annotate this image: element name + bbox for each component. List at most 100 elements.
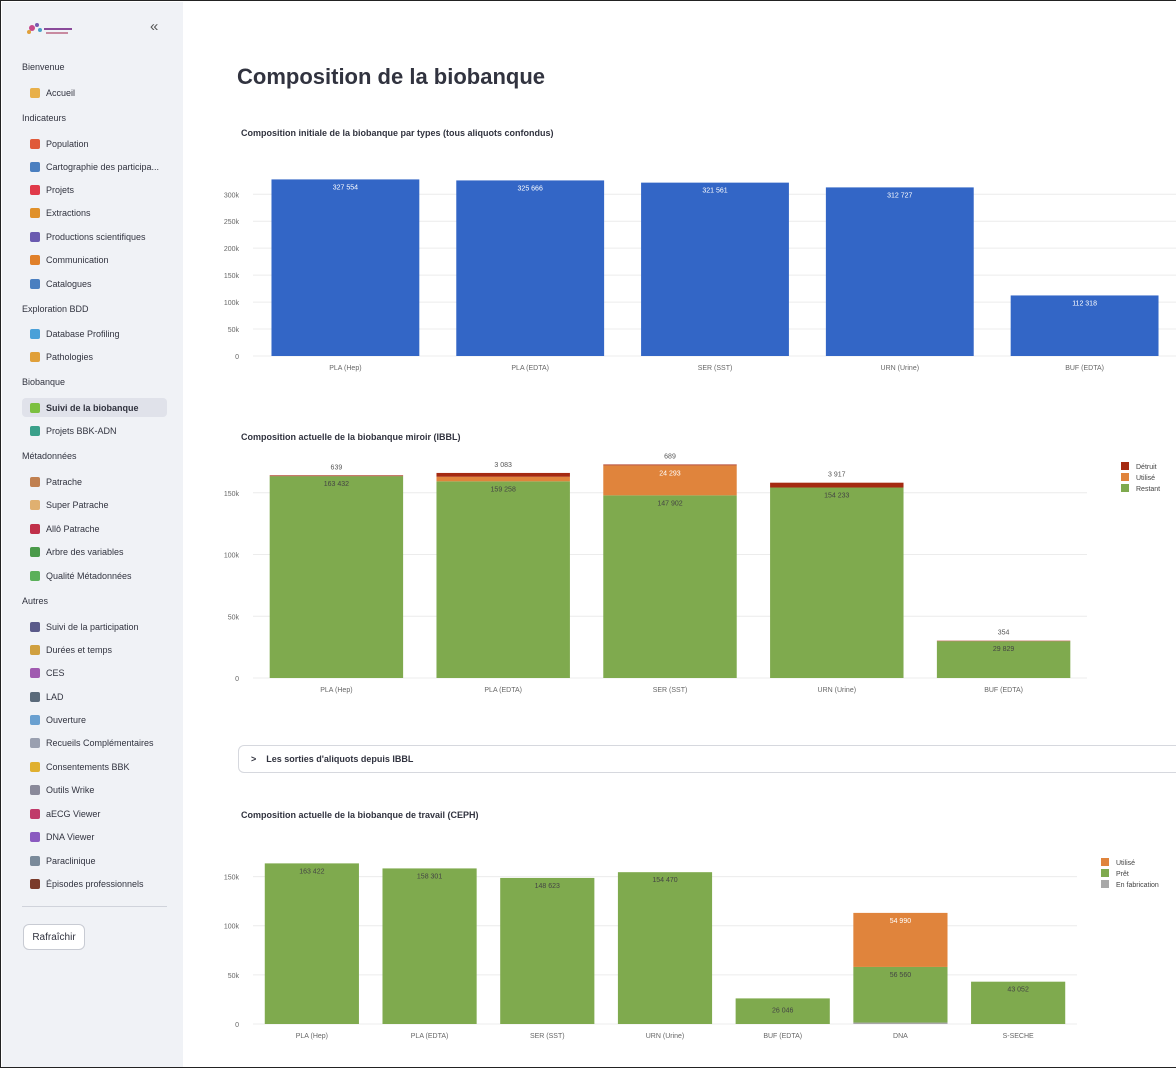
x-tick-label: PLA (Hep)	[320, 687, 352, 694]
chart-ceph-composition[interactable]: 0 50k 100k 150k PLA (Hep) 163 422 PLA (EDTA) 15…	[213, 852, 1176, 1062]
pin-icon	[30, 184, 40, 195]
x-tick-label: URN (Urine)	[881, 365, 920, 372]
y-tick-label: 100k	[224, 924, 240, 931]
bar-segment	[853, 1022, 948, 1024]
sidebar-item-label: Patrache	[46, 476, 83, 487]
sidebar-item[interactable]: Super Patrache	[22, 495, 167, 514]
bar	[456, 180, 605, 356]
refresh-button[interactable]: Rafraîchir	[23, 924, 85, 950]
megaphone-icon	[30, 254, 40, 265]
data-label: 639	[331, 464, 343, 471]
sidebar-item[interactable]: Population	[22, 134, 167, 153]
bar-segment	[500, 877, 595, 1024]
chart-initial-composition[interactable]: 0 50k 100k 150k 200k 250k 300k PLA (Hep) 327 554…	[213, 170, 1176, 380]
sidebar-item[interactable]: Communication	[22, 250, 167, 269]
bar-segment	[436, 476, 570, 482]
data-label: 158 301	[417, 873, 442, 880]
data-label: 154 233	[824, 493, 849, 500]
sidebar-item-label: Population	[46, 138, 89, 149]
sidebar-item[interactable]: Projets	[22, 180, 167, 199]
sidebar-item[interactable]: Cartographie des participa...	[22, 157, 167, 176]
sidebar-item-label: Projets	[46, 184, 75, 195]
data-label: 321 561	[702, 188, 727, 195]
people-icon	[30, 621, 40, 632]
legend-swatch	[1101, 880, 1109, 888]
sidebar-item[interactable]: Catalogues	[22, 274, 167, 293]
x-tick-label: BUF (EDTA)	[984, 687, 1023, 694]
sidebar-item-label: aECG Viewer	[46, 808, 101, 819]
chart-title-ceph: Composition actuelle de la biobanque de …	[241, 810, 479, 820]
legend-swatch	[1101, 869, 1109, 877]
sidebar-section-title: Autres	[22, 596, 49, 606]
sidebar-item[interactable]: Projets BBK-ADN	[22, 421, 167, 440]
bar-segment	[436, 472, 570, 477]
sidebar-item-label: Cartographie des participa...	[46, 161, 160, 172]
y-tick-label: 50k	[228, 327, 240, 334]
sidebar-item[interactable]: Productions scientifiques	[22, 227, 167, 246]
sidebar-item[interactable]: Allô Patrache	[22, 519, 167, 538]
chart-title-initial: Composition initiale de la biobanque par…	[241, 128, 554, 138]
sidebar-item[interactable]: Extractions	[22, 203, 167, 222]
bar	[825, 187, 974, 356]
tree-icon	[30, 546, 40, 557]
sidebar-item[interactable]: Arbre des variables	[22, 542, 167, 561]
sidebar-item[interactable]: Suivi de la participation	[22, 617, 167, 636]
data-label: 24 293	[659, 470, 681, 477]
bar-segment	[382, 868, 477, 1024]
dog-icon	[30, 476, 40, 487]
sidebar-item[interactable]: Pathologies	[22, 347, 167, 366]
y-tick-label: 150k	[224, 875, 240, 882]
sidebar-item[interactable]: Durées et temps	[22, 640, 167, 659]
legend-label: Utilisé	[1116, 860, 1135, 867]
app-window: « Bienvenue Accueil Indicateurs Population C…	[0, 0, 1176, 1068]
sidebar-item[interactable]: DNA Viewer	[22, 827, 167, 846]
y-tick-label: 200k	[224, 246, 240, 253]
sidebar-item[interactable]: Outils Wrike	[22, 780, 167, 799]
chart-ibbl-composition[interactable]: 0 50k 100k 150k PLA (Hep) 163 432 639 PLA (EDTA…	[213, 452, 1176, 702]
sidebar-item-label: Qualité Métadonnées	[46, 570, 132, 581]
sidebar-item[interactable]: Recueils Complémentaires	[22, 733, 167, 752]
sidebar-item[interactable]: CES	[22, 663, 167, 682]
sidebar-item[interactable]: Suivi de la biobanque	[22, 398, 167, 417]
y-tick-label: 300k	[224, 192, 240, 199]
sidebar-item[interactable]: Ouverture	[22, 710, 167, 729]
sidebar-section-title: Bienvenue	[22, 62, 65, 72]
logo	[27, 23, 72, 34]
sidebar-item-label: Recueils Complémentaires	[46, 737, 154, 748]
sidebar-item-label: Paraclinique	[46, 855, 96, 866]
data-label: 159 258	[491, 486, 516, 493]
data-label: 163 432	[324, 481, 349, 488]
sidebar-item[interactable]: Accueil	[22, 83, 167, 102]
bar-segment	[264, 863, 359, 1024]
data-label: 325 666	[518, 185, 543, 192]
legend-label: En fabrication	[1116, 882, 1159, 889]
sidebar-item-label: Consentements BBK	[46, 761, 130, 772]
sidebar-item[interactable]: Database Profiling	[22, 324, 167, 343]
data-label: 3 083	[494, 462, 512, 469]
syringe-icon	[30, 737, 40, 748]
x-tick-label: SER (SST)	[530, 1033, 565, 1040]
sidebar-item[interactable]: Épisodes professionnels	[22, 874, 167, 893]
sidebar-item[interactable]: Qualité Métadonnées	[22, 566, 167, 585]
data-label: 147 902	[657, 500, 682, 507]
data-label: 148 623	[535, 883, 560, 890]
sidebar-item-label: Accueil	[46, 87, 76, 98]
sidebar-item-label: Suivi de la biobanque	[46, 402, 139, 413]
sidebar-item[interactable]: Consentements BBK	[22, 757, 167, 776]
sidebar-item[interactable]: Paraclinique	[22, 851, 167, 870]
briefcase-icon	[30, 878, 40, 889]
collapse-sidebar-icon[interactable]: «	[150, 18, 158, 35]
sidebar-item[interactable]: LAD	[22, 687, 167, 706]
data-label: 56 560	[890, 972, 912, 979]
truck-icon	[30, 207, 40, 218]
sidebar-item[interactable]: aECG Viewer	[22, 804, 167, 823]
legend-swatch	[1121, 484, 1129, 492]
aliquot-exits-expander[interactable]: > Les sorties d'aliquots depuis IBBL	[238, 745, 1176, 773]
y-tick-label: 150k	[224, 491, 240, 498]
dna-viewer-icon	[30, 831, 40, 842]
sidebar-item-label: Extractions	[46, 207, 91, 218]
main-content: Composition de la biobanque Composition …	[183, 2, 1176, 1067]
x-tick-label: PLA (EDTA)	[511, 365, 549, 372]
sidebar-item[interactable]: Patrache	[22, 472, 167, 491]
heart-icon	[30, 808, 40, 819]
